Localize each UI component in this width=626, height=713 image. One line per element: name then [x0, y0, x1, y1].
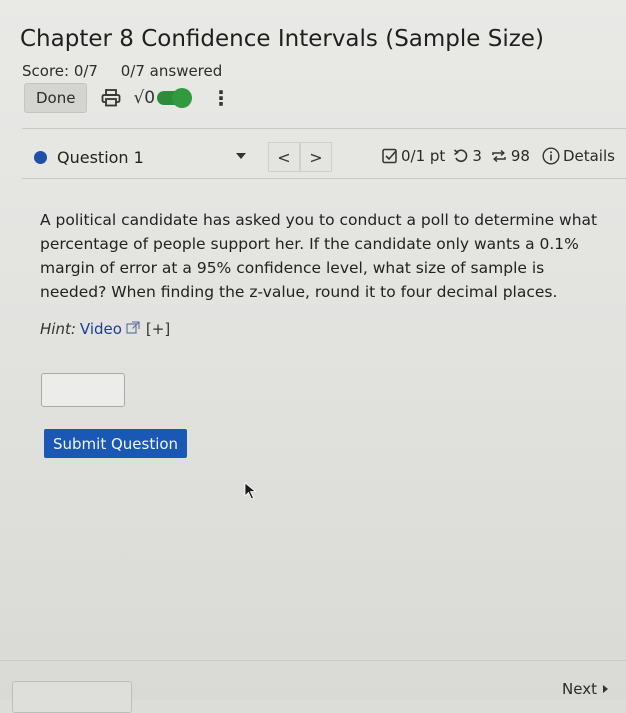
- answer-input[interactable]: [41, 373, 125, 407]
- print-icon[interactable]: [101, 89, 121, 107]
- submit-question-button[interactable]: Submit Question: [44, 429, 188, 458]
- question-bar: Question 1 < > 0/1 pt 3 98 Details: [22, 132, 626, 178]
- assignment-toolbar: Done √0 ⋮: [24, 83, 231, 113]
- math-entry-toggle[interactable]: √0: [133, 88, 193, 108]
- page: Chapter 8 Confidence Intervals (Sample S…: [0, 0, 626, 713]
- next-question-button[interactable]: >: [300, 142, 332, 172]
- hint-video-link[interactable]: Video: [80, 320, 122, 338]
- page-title: Chapter 8 Confidence Intervals (Sample S…: [20, 26, 544, 52]
- question-content: A political candidate has asked you to c…: [0, 180, 626, 660]
- hint-row: Hint: Video [+]: [40, 320, 170, 338]
- done-button[interactable]: Done: [24, 83, 88, 113]
- checkbox-icon: [382, 148, 397, 164]
- previous-button[interactable]: [12, 681, 132, 713]
- question-text: A political candidate has asked you to c…: [40, 211, 598, 301]
- caret-down-icon: [236, 153, 246, 159]
- score-line: Score: 0/7 0/7 answered: [22, 62, 222, 80]
- undo-icon: [454, 149, 468, 163]
- details-label: Details: [562, 147, 615, 165]
- mouse-cursor-icon: [244, 482, 258, 504]
- info-icon: [542, 147, 560, 165]
- play-arrow-icon: [603, 685, 608, 693]
- more-options-icon[interactable]: ⋮: [211, 88, 231, 108]
- question-status-dot: [34, 150, 47, 164]
- details-button[interactable]: Details: [542, 147, 615, 165]
- next-label: Next: [562, 680, 597, 698]
- external-link-icon: [126, 320, 140, 338]
- points-group: 0/1 pt: [382, 147, 445, 165]
- previous-question-button[interactable]: <: [268, 142, 300, 172]
- retries-group: 3: [453, 147, 482, 165]
- answered-count: 0/7 answered: [120, 62, 223, 80]
- score-text: Score: 0/7: [22, 62, 98, 80]
- hint-expand-button[interactable]: [+]: [146, 320, 170, 338]
- header-divider: [22, 128, 626, 129]
- sqrt-icon: √0: [133, 88, 156, 108]
- footer-divider: [0, 660, 626, 661]
- points-text: 0/1 pt: [401, 147, 446, 165]
- question-bar-divider: [22, 178, 626, 179]
- next-button[interactable]: Next: [556, 675, 614, 703]
- retries-count: 3: [472, 147, 482, 165]
- toggle-switch[interactable]: [157, 88, 193, 108]
- repeat-icon: [492, 149, 506, 163]
- toggle-knob: [172, 88, 193, 108]
- question-stats: 0/1 pt 3 98 Details: [382, 142, 623, 170]
- attempts-group: 98: [490, 147, 530, 165]
- question-select-label: Question 1: [57, 147, 144, 167]
- hint-label: Hint:: [40, 320, 76, 338]
- question-select[interactable]: Question 1: [22, 140, 250, 174]
- attempts-count: 98: [510, 147, 530, 165]
